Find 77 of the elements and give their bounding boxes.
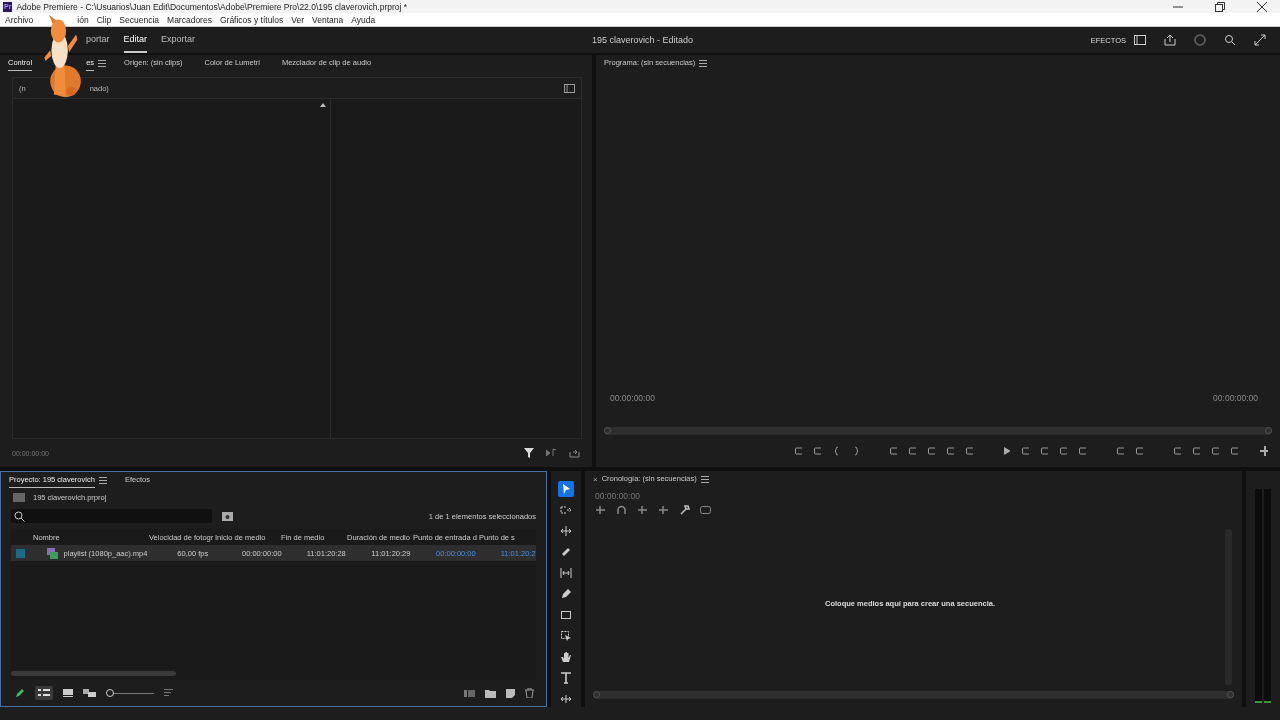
zoom-slider[interactable] [106, 689, 154, 697]
window-title: Adobe Premiere - C:\Usuarios\Juan Edit\Documentos\Adobe\Premiere Pro\22.0\195 claverovich.prproj * [16, 1, 408, 12]
workspace-tab[interactable]: Editar [123, 27, 148, 53]
pen-tool-icon [560, 588, 572, 600]
extra-tool-icon [560, 693, 572, 705]
menu-item[interactable]: ión [77, 14, 89, 25]
automate-icon[interactable] [464, 689, 475, 697]
list-view-button[interactable] [35, 686, 53, 700]
type-tool-icon [560, 672, 572, 684]
menu-item[interactable]: Ayuda [351, 14, 376, 25]
caret-icon[interactable] [320, 103, 326, 107]
timeline-tool-icon[interactable] [595, 505, 606, 515]
transport-icon[interactable] [1173, 446, 1181, 456]
workspace-tab[interactable]: Exportar [161, 27, 196, 53]
bin-icon[interactable] [222, 511, 233, 521]
menu-icon[interactable] [699, 59, 708, 67]
menu-item[interactable]: Ver [291, 14, 304, 25]
sort-icon[interactable] [164, 689, 173, 697]
trash-icon[interactable] [525, 688, 534, 698]
freeform-view-icon[interactable] [83, 689, 96, 697]
type-tool[interactable] [558, 670, 574, 686]
panel-toggle-icon[interactable] [564, 83, 575, 93]
marquee-tool-icon [560, 630, 572, 642]
timecode: 00:00:00:00 [610, 393, 655, 403]
restore-icon[interactable] [1215, 1, 1225, 12]
menu-icon[interactable] [98, 476, 107, 484]
video-clip-icon [46, 547, 58, 559]
folder-icon [13, 493, 25, 502]
edit-tool[interactable] [558, 565, 574, 581]
workspace-tab[interactable]: portar [86, 27, 110, 53]
menu-item[interactable]: Marcadores [167, 14, 212, 25]
icon-view-icon[interactable] [63, 689, 73, 697]
export-icon[interactable] [569, 448, 580, 458]
magnet-icon[interactable] [616, 505, 627, 515]
pencil-icon[interactable] [15, 688, 25, 698]
menu-item[interactable]: Archivo [5, 14, 34, 25]
track-tool-icon [560, 504, 572, 516]
project-title: 195 claverovich - Editado [592, 35, 694, 45]
new-bin-icon[interactable] [485, 688, 496, 698]
captions-icon[interactable] [700, 505, 711, 515]
panel-icon[interactable] [1134, 35, 1146, 45]
menu-item[interactable]: Gráficos y títulos [219, 14, 284, 25]
label-color-icon[interactable] [16, 548, 25, 558]
share-icon[interactable] [1164, 34, 1176, 46]
wrench-icon[interactable] [679, 505, 690, 515]
filter-icon[interactable] [524, 448, 534, 458]
menu-item[interactable]: Ventana [312, 14, 344, 25]
slip-tool-icon [560, 567, 572, 579]
menu-icon[interactable] [98, 59, 107, 67]
scrollbar[interactable] [11, 671, 176, 676]
timeline-tool-icon[interactable] [637, 505, 648, 515]
fullscreen-icon[interactable] [1254, 34, 1266, 46]
select-tool-icon [560, 483, 572, 495]
menu-icon[interactable] [700, 475, 709, 483]
progress-icon[interactable] [1194, 34, 1206, 46]
audio-icon[interactable] [546, 448, 557, 458]
new-item-icon[interactable] [506, 688, 515, 698]
list-icon [38, 689, 50, 697]
timeline-tool-icon[interactable] [658, 505, 669, 515]
hand-tool-icon [560, 651, 572, 663]
zoom-scrollbar[interactable] [593, 691, 1234, 699]
close-button[interactable]: × [593, 474, 598, 484]
selection-tool[interactable] [558, 481, 574, 497]
add-icon[interactable] [1259, 446, 1268, 456]
close-icon[interactable] [1257, 1, 1267, 12]
search-field[interactable] [11, 509, 212, 523]
edit-tool[interactable] [558, 523, 574, 539]
hand-tool[interactable] [558, 649, 574, 665]
rect-tool-icon [560, 609, 572, 621]
razor-tool-icon [560, 546, 572, 558]
ripple-tool-icon [560, 525, 572, 537]
search-icon [14, 510, 25, 522]
menu-item[interactable]: Secuencia [119, 14, 160, 25]
menu-item[interactable]: Clip [96, 14, 112, 25]
timecode: 00:00:00:00 [594, 490, 641, 501]
timecode: 00:00:00:00 [1213, 393, 1258, 403]
search-icon[interactable] [1224, 34, 1236, 46]
